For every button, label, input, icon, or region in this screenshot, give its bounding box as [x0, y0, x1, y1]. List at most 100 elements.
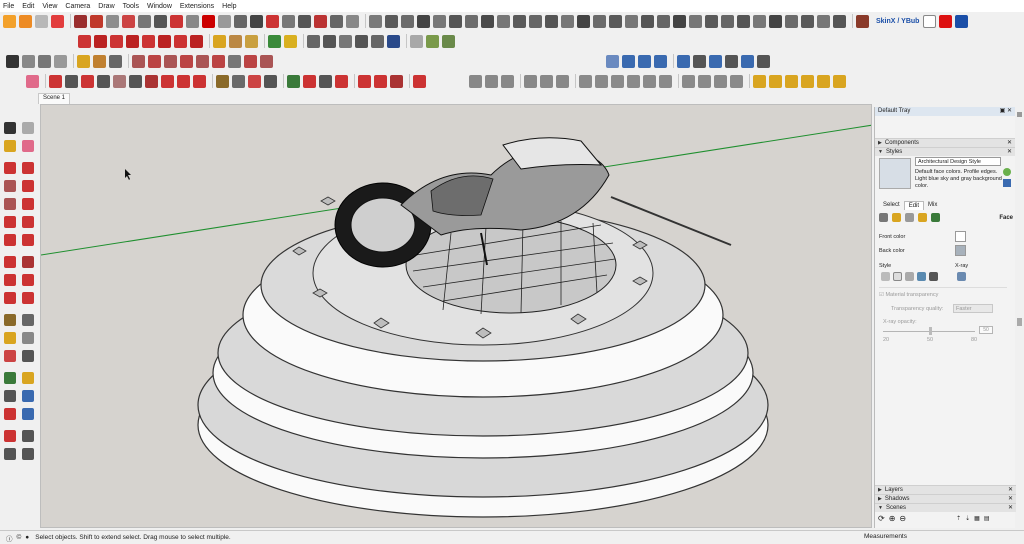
textured-style-icon[interactable] [917, 272, 926, 281]
dimension-icon[interactable] [785, 74, 798, 88]
view-icon[interactable] [769, 14, 782, 28]
view-icon[interactable] [721, 14, 734, 28]
material-transparency-label[interactable]: ☑ Material transparency [879, 292, 938, 298]
style-thumbnail[interactable] [879, 158, 911, 189]
axes-icon[interactable] [248, 74, 261, 88]
solid-icon[interactable] [77, 54, 90, 68]
scene-details-icon[interactable]: ▤ [984, 515, 990, 522]
plugin-icon[interactable] [693, 54, 706, 68]
view-icon[interactable] [433, 14, 446, 28]
line-icon[interactable] [4, 162, 16, 174]
plugin-icon[interactable] [339, 34, 352, 48]
close-icon[interactable]: ✕ [1008, 486, 1013, 494]
solid-tool-icon[interactable] [260, 54, 273, 68]
menu-tools[interactable]: Tools [123, 3, 139, 10]
sandbox-icon[interactable] [190, 34, 203, 48]
draw-icon[interactable] [74, 14, 87, 28]
position-camera-icon[interactable] [4, 430, 16, 442]
wireframe-style-icon[interactable] [881, 272, 890, 281]
save-icon[interactable] [35, 14, 48, 28]
monochrome-style-icon[interactable] [929, 272, 938, 281]
user-icon[interactable]: ● [25, 534, 29, 541]
text-icon[interactable] [22, 332, 34, 344]
eraser-icon[interactable] [54, 54, 67, 68]
measurements-box[interactable]: Measurements [862, 530, 1024, 544]
view-icon[interactable] [657, 14, 670, 28]
view-icon[interactable] [513, 14, 526, 28]
draw-icon[interactable] [314, 14, 327, 28]
zoom-window-icon[interactable] [22, 390, 34, 402]
component-icon[interactable] [284, 34, 297, 48]
dimension-icon[interactable] [22, 314, 34, 326]
draw-icon[interactable] [138, 14, 151, 28]
plugin-icon[interactable] [410, 34, 423, 48]
sandbox-icon[interactable] [126, 34, 139, 48]
draw-icon[interactable] [282, 14, 295, 28]
sandbox-icon[interactable] [158, 34, 171, 48]
solid-tool-icon[interactable] [148, 54, 161, 68]
shaded-style-icon[interactable] [905, 272, 914, 281]
arc-icon[interactable] [4, 234, 16, 246]
view-back-icon[interactable] [643, 74, 656, 88]
pencil-icon[interactable] [49, 74, 62, 88]
arc-icon[interactable] [81, 74, 94, 88]
credits-icon[interactable]: © [17, 534, 22, 541]
draw-icon[interactable] [170, 14, 183, 28]
select-icon[interactable] [6, 54, 19, 68]
offset-icon[interactable] [22, 292, 34, 304]
walk-icon[interactable] [4, 448, 16, 460]
background-settings-icon[interactable] [905, 213, 914, 222]
draw-icon[interactable] [346, 14, 359, 28]
view-icon[interactable] [817, 14, 830, 28]
draw-icon[interactable] [106, 14, 119, 28]
close-icon[interactable]: ✕ [1007, 148, 1012, 156]
solid-icon[interactable] [93, 54, 106, 68]
pan-icon[interactable] [22, 372, 34, 384]
view-icon[interactable] [417, 14, 430, 28]
solid-icon[interactable] [109, 54, 122, 68]
pie-icon[interactable] [22, 234, 34, 246]
refresh-icon[interactable]: ⟳ [878, 514, 885, 523]
zoom-icon[interactable] [4, 390, 16, 402]
face-style-icon[interactable] [714, 74, 727, 88]
menu-camera[interactable]: Camera [65, 3, 90, 10]
plugin-icon[interactable] [725, 54, 738, 68]
create-style-icon[interactable] [1003, 168, 1011, 176]
push-pull-icon[interactable] [22, 256, 34, 268]
view-icon[interactable] [449, 14, 462, 28]
front-color-swatch[interactable] [955, 231, 966, 242]
3d-text-icon[interactable] [22, 350, 34, 362]
curve-icon[interactable] [245, 34, 258, 48]
plugin-icon[interactable] [323, 34, 336, 48]
move-icon[interactable] [4, 256, 16, 268]
section-icon[interactable] [524, 74, 537, 88]
freehand-icon[interactable] [22, 162, 34, 174]
draw-icon[interactable] [122, 14, 135, 28]
menu-window[interactable]: Window [147, 3, 172, 10]
menu-help[interactable]: Help [222, 3, 236, 10]
sandbox-icon[interactable] [78, 34, 91, 48]
draw-icon[interactable] [298, 14, 311, 28]
solid-tool-icon[interactable] [228, 54, 241, 68]
face-style-icon[interactable] [698, 74, 711, 88]
rotate-icon[interactable] [4, 274, 16, 286]
view-icon[interactable] [753, 14, 766, 28]
view-icon[interactable] [529, 14, 542, 28]
panel-layers[interactable]: ▶ Layers ✕ [875, 485, 1016, 494]
solid-tool-icon[interactable] [244, 54, 257, 68]
solid-tool-icon[interactable] [196, 54, 209, 68]
draw-icon[interactable] [218, 14, 231, 28]
close-icon[interactable]: ✕ [1008, 504, 1013, 512]
zoom-icon[interactable] [319, 74, 332, 88]
arc-icon[interactable] [4, 216, 16, 228]
orbit-icon[interactable] [4, 372, 16, 384]
transparency-quality-select[interactable]: Faster [953, 304, 993, 313]
paint-icon[interactable] [4, 140, 16, 152]
sandbox-icon[interactable] [174, 34, 187, 48]
view-icon[interactable] [801, 14, 814, 28]
rotated-rect-icon[interactable] [22, 180, 34, 192]
skinx-badge[interactable]: SkinX / YBub [876, 18, 919, 25]
scale-icon[interactable] [193, 74, 206, 88]
sandbox-icon[interactable] [142, 34, 155, 48]
edge-settings-icon[interactable] [879, 213, 888, 222]
